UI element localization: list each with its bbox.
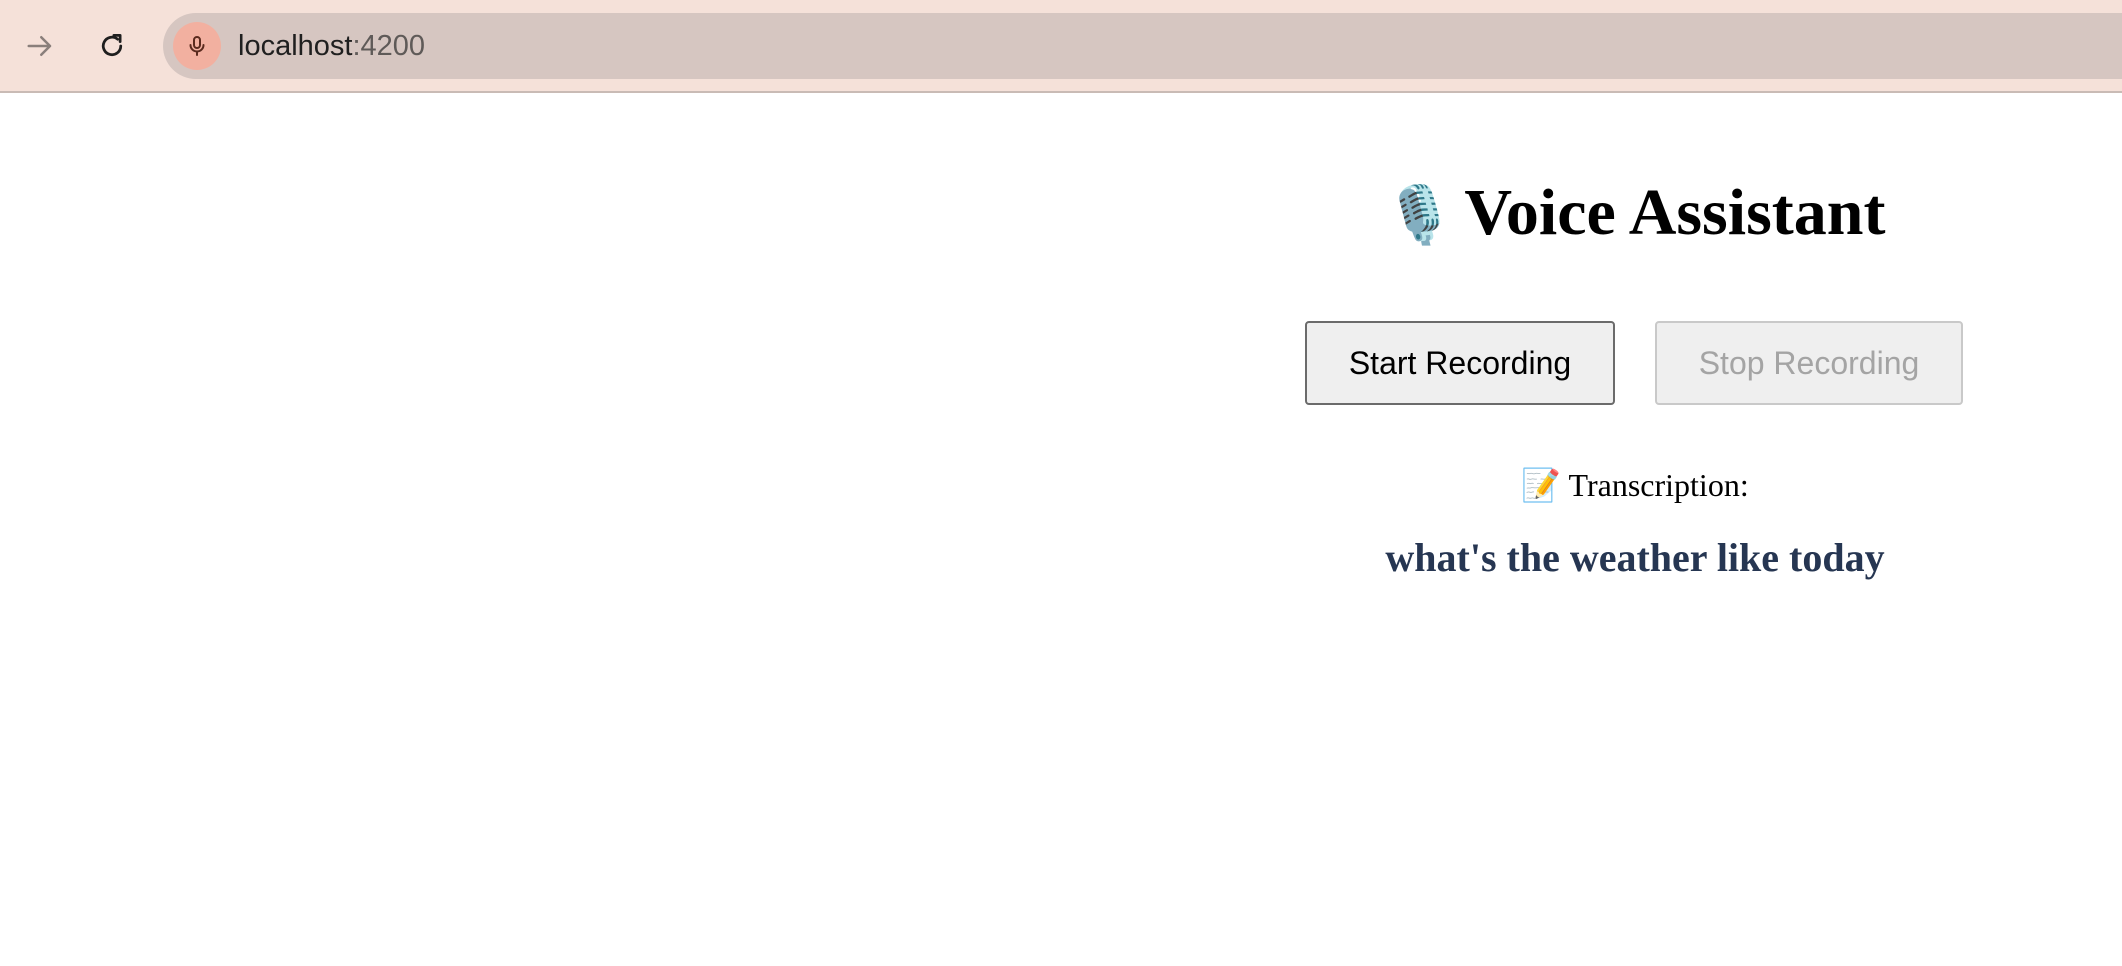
url-host: localhost [238,30,353,62]
browser-toolbar: localhost:4200 [0,0,2122,93]
memo-icon: 📝 [1521,467,1562,503]
address-bar[interactable]: localhost:4200 [163,13,2122,79]
arrow-right-icon [27,36,52,56]
reload-button[interactable] [88,22,136,70]
forward-button[interactable] [16,22,64,70]
url-text[interactable]: localhost:4200 [238,13,425,79]
reload-icon [101,34,123,57]
mic-in-use-indicator[interactable] [173,22,221,70]
stop-recording-button[interactable]: Stop Recording [1655,321,1963,405]
start-recording-button[interactable]: Start Recording [1305,321,1615,405]
transcription-text: what's the weather like today [1385,535,1885,580]
transcription-label: 📝 Transcription: [1260,465,2010,505]
url-port: :4200 [352,30,426,62]
transcription-label-text: Transcription: [1568,467,1749,503]
app-content: 🎙️ Voice Assistant Start Recording Stop R… [0,93,2122,966]
page-title: 🎙️ Voice Assistant [1260,173,2010,256]
microphone-icon [189,36,205,56]
page-title-text: Voice Assistant [1464,176,1886,249]
studio-microphone-icon: 🎙️ [1384,185,1455,247]
